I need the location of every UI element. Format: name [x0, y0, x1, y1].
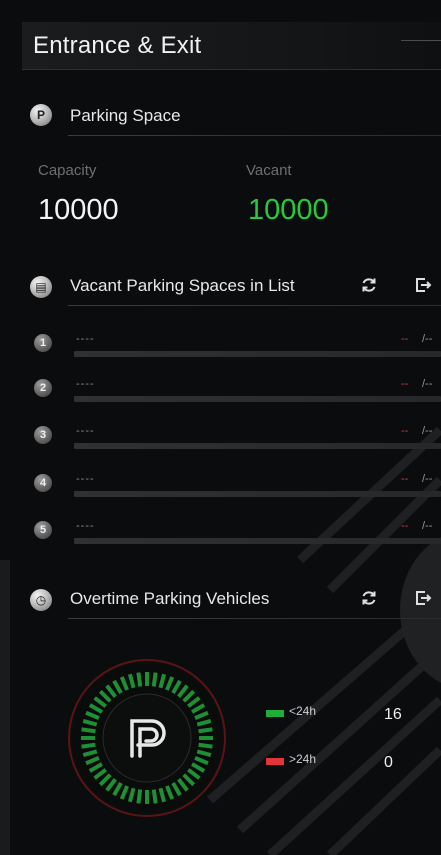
legend-under-24h-count: 16	[384, 706, 402, 723]
overtime-icon: ◷	[30, 589, 52, 611]
vacant-value: 10000	[248, 194, 329, 226]
row-index-badge: 4	[34, 474, 52, 492]
vacant-list-row: 4 ---- -- /--	[34, 470, 441, 500]
row-index-badge: 1	[34, 334, 52, 352]
row-name: ----	[76, 378, 95, 390]
gauge-tick	[136, 672, 143, 687]
parking-space-section-header: P Parking Space	[30, 100, 441, 136]
overtime-section-header: ◷ Overtime Parking Vehicles	[30, 583, 441, 619]
row-name: ----	[76, 473, 95, 485]
row-progress-bar	[74, 491, 441, 497]
row-total-value: /--	[422, 333, 433, 345]
row-vacant-value: --	[401, 520, 409, 532]
export-icon[interactable]	[412, 587, 434, 609]
gauge-tick	[136, 789, 143, 804]
row-progress-bar	[74, 443, 441, 449]
overtime-title: Overtime Parking Vehicles	[70, 589, 270, 608]
vacant-list-row: 5 ---- -- /--	[34, 517, 441, 547]
legend-over-24h-label: >24h	[289, 752, 317, 766]
gauge-tick	[81, 742, 96, 749]
row-name: ----	[76, 520, 95, 532]
row-total-value: /--	[422, 520, 433, 532]
refresh-icon[interactable]	[358, 274, 380, 296]
vacant-list-row: 1 ---- -- /--	[34, 330, 441, 360]
export-icon[interactable]	[412, 274, 434, 296]
overtime-gauge	[66, 657, 228, 824]
legend-under-24h-label: <24h	[289, 704, 317, 718]
legend-over-24h-swatch	[266, 758, 284, 765]
row-index-badge: 2	[34, 379, 52, 397]
row-progress-bar	[74, 351, 441, 357]
vacant-list-row: 3 ---- -- /--	[34, 422, 441, 452]
vacant-list-icon: ▤	[30, 276, 52, 298]
gauge-tick	[198, 742, 213, 749]
page-title: Entrance & Exit	[33, 32, 202, 59]
panel-header: Entrance & Exit	[22, 22, 441, 70]
row-total-value: /--	[422, 473, 433, 485]
row-vacant-value: --	[401, 473, 409, 485]
row-name: ----	[76, 425, 95, 437]
parking-space-title: Parking Space	[70, 106, 181, 125]
gauge-tick	[81, 727, 96, 734]
refresh-icon[interactable]	[358, 587, 380, 609]
vacant-list-section-header: ▤ Vacant Parking Spaces in List	[30, 270, 441, 306]
row-vacant-value: --	[401, 425, 409, 437]
section-divider	[68, 618, 441, 619]
row-progress-bar	[74, 538, 441, 544]
row-vacant-value: --	[401, 378, 409, 390]
gauge-tick	[151, 672, 158, 687]
vacant-label: Vacant	[246, 162, 292, 179]
row-index-badge: 5	[34, 521, 52, 539]
row-index-badge: 3	[34, 426, 52, 444]
gauge-tick	[151, 789, 158, 804]
legend-under-24h-swatch	[266, 710, 284, 717]
parking-space-icon: P	[30, 104, 52, 126]
row-total-value: /--	[422, 378, 433, 390]
row-total-value: /--	[422, 425, 433, 437]
row-vacant-value: --	[401, 333, 409, 345]
vacant-list-title: Vacant Parking Spaces in List	[70, 276, 295, 295]
section-divider	[68, 135, 441, 136]
row-name: ----	[76, 333, 95, 345]
gauge-tick	[198, 727, 213, 734]
capacity-value: 10000	[38, 194, 119, 226]
row-progress-bar	[74, 396, 441, 402]
legend-over-24h-count: 0	[384, 754, 393, 771]
section-divider	[68, 305, 441, 306]
vacant-list-row: 2 ---- -- /--	[34, 375, 441, 405]
capacity-label: Capacity	[38, 162, 97, 179]
